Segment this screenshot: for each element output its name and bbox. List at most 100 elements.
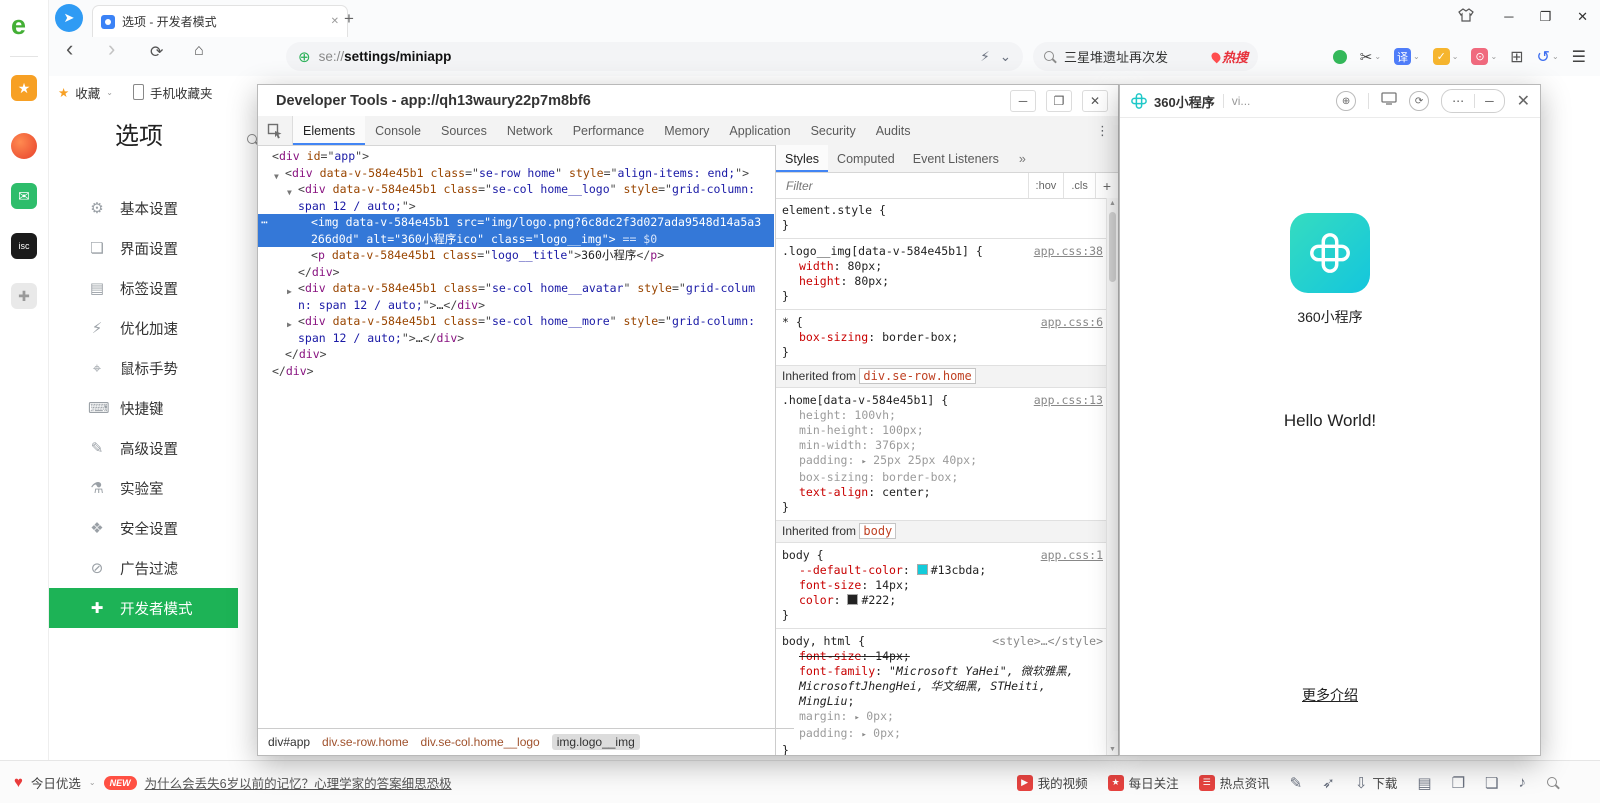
- minimize-button[interactable]: ─: [1504, 9, 1513, 24]
- undo-tool[interactable]: ↺⌄: [1537, 47, 1559, 67]
- sidebar-item-tabs[interactable]: ▤标签设置: [48, 268, 238, 308]
- css-property[interactable]: font-size: 14px;: [782, 649, 1103, 664]
- styles-tab-styles[interactable]: Styles: [776, 145, 828, 172]
- css-property[interactable]: font-family: "Microsoft YaHei", 微软雅黑, Mi…: [782, 664, 1103, 709]
- breadcrumb-item[interactable]: div.se-col.home__logo: [421, 735, 540, 749]
- miniapp-close-icon[interactable]: ✕: [1517, 91, 1530, 111]
- rule-selector[interactable]: element.style: [782, 203, 872, 217]
- scrollbar-thumb[interactable]: [1109, 212, 1116, 282]
- breadcrumb-item[interactable]: div.se-row.home: [322, 735, 408, 749]
- devtools-tab-elements[interactable]: Elements: [293, 116, 365, 145]
- styles-filter-input[interactable]: [784, 178, 928, 194]
- sidebar-item-advanced[interactable]: ✎高级设置: [48, 428, 238, 468]
- miniapp-strip-icon[interactable]: ✚: [11, 283, 37, 309]
- dom-tree-node[interactable]: ▼<div data-v-584e45b1 class="se-row home…: [258, 165, 774, 182]
- inherited-node-link[interactable]: body: [859, 523, 896, 539]
- flash-icon[interactable]: ⚡: [980, 49, 989, 65]
- daily-follow-button[interactable]: ★每日关注: [1108, 773, 1179, 792]
- menu-hamburger-icon[interactable]: ☰: [1572, 47, 1586, 67]
- devtools-minimize-button[interactable]: ─: [1010, 90, 1036, 112]
- breadcrumb-item[interactable]: div#app: [268, 735, 310, 749]
- css-property[interactable]: box-sizing: border-box;: [782, 330, 1103, 345]
- my-videos-button[interactable]: ▶我的视频: [1017, 773, 1088, 792]
- new-tab-button[interactable]: +: [344, 9, 354, 29]
- browser-logo-icon[interactable]: e: [11, 10, 26, 41]
- stylesheet-link[interactable]: app.css:1: [1041, 548, 1103, 563]
- css-property[interactable]: box-sizing: border-box;: [782, 470, 1103, 485]
- dom-tree-node[interactable]: </div>: [258, 264, 774, 281]
- miniapp-titlebar[interactable]: 360小程序 vi... ⊕ ⟳ ⋯ ─ ✕: [1120, 85, 1540, 118]
- inspect-element-icon[interactable]: [258, 116, 293, 145]
- devtools-tab-sources[interactable]: Sources: [431, 116, 497, 145]
- rule-selector[interactable]: body, html: [782, 634, 851, 648]
- add-favorite-icon[interactable]: ⊕: [298, 48, 311, 66]
- devtools-tab-memory[interactable]: Memory: [654, 116, 719, 145]
- dom-tree-node[interactable]: <div id="app">: [258, 148, 774, 165]
- home-icon[interactable]: ⌂: [194, 42, 204, 60]
- rule-selector[interactable]: .home[data-v-584e45b1]: [782, 393, 934, 407]
- news-headline-link[interactable]: 为什么会丢失6岁以前的记忆？心理学家的答案细思恐极: [145, 773, 452, 792]
- dom-tree-node[interactable]: </div>: [258, 363, 774, 380]
- sidebar-item-adfilter[interactable]: ⊘广告过滤: [48, 548, 238, 588]
- new-rule-button[interactable]: +: [1095, 173, 1118, 198]
- speaker-icon[interactable]: ♪: [1519, 774, 1527, 791]
- devtools-tab-security[interactable]: Security: [801, 116, 866, 145]
- css-property[interactable]: width: 80px;: [782, 259, 1103, 274]
- devtools-tab-network[interactable]: Network: [497, 116, 563, 145]
- maximize-button[interactable]: ❐: [1539, 9, 1551, 25]
- pseudo-state-button[interactable]: :hov: [1028, 173, 1064, 198]
- sidebar-item-security[interactable]: ❖安全设置: [48, 508, 238, 548]
- chevron-down-icon[interactable]: ⌄: [106, 88, 113, 97]
- dom-tree-node[interactable]: ▶<div data-v-584e45b1 class="se-col home…: [258, 313, 774, 346]
- breadcrumb-item-selected[interactable]: img.logo__img: [552, 734, 640, 750]
- safety-tool[interactable]: ✓⌄: [1433, 48, 1459, 65]
- locate-target-icon[interactable]: ⊕: [1336, 91, 1356, 111]
- address-bar[interactable]: ⊕ se:// settings/miniapp ⚡ ⌄: [286, 42, 1023, 71]
- mail-icon[interactable]: ✉: [11, 183, 37, 209]
- dom-tree-node[interactable]: ▶<div data-v-584e45b1 class="se-col home…: [258, 280, 774, 313]
- miniapp-minimize-icon[interactable]: ─: [1475, 94, 1504, 108]
- reload-icon[interactable]: ⟳: [150, 42, 163, 62]
- class-toggle-button[interactable]: .cls: [1063, 173, 1095, 198]
- bookmark-favorites[interactable]: 收藏: [75, 83, 100, 102]
- sidebar-item-interface[interactable]: ❏界面设置: [48, 228, 238, 268]
- search-input[interactable]: 三星堆遗址再次发: [1064, 47, 1212, 66]
- css-property[interactable]: height: 80px;: [782, 274, 1103, 289]
- sidebar-item-hotkeys[interactable]: ⌨快捷键: [48, 388, 238, 428]
- css-property[interactable]: margin: ▸ 0px;: [782, 709, 1103, 726]
- clipboard-icon[interactable]: ❏: [1485, 774, 1498, 792]
- styles-tab-event-listeners[interactable]: Event Listeners: [904, 145, 1008, 172]
- miniapp-more-link[interactable]: 更多介绍: [1120, 685, 1540, 705]
- sidebar-item-basic[interactable]: ⚙基本设置: [48, 188, 238, 228]
- tab-close-icon[interactable]: ✕: [331, 16, 339, 27]
- sidebar-tabs-overflow-icon[interactable]: »: [1010, 145, 1035, 172]
- rocket-icon[interactable]: ➶: [1322, 774, 1335, 792]
- sidebar-item-lab[interactable]: ⚗实验室: [48, 468, 238, 508]
- translate-tool[interactable]: 译⌄: [1394, 48, 1420, 65]
- quick-access-paperplane-icon[interactable]: ➤: [55, 4, 83, 32]
- collapsed-arrow-icon[interactable]: ▶: [287, 284, 292, 301]
- css-property[interactable]: --default-color: #13cbda;: [782, 563, 1103, 578]
- dom-tree-node[interactable]: ▼<div data-v-584e45b1 class="se-col home…: [258, 181, 774, 214]
- rule-selector[interactable]: *: [782, 315, 789, 329]
- styles-tab-computed[interactable]: Computed: [828, 145, 904, 172]
- fire-browser-icon[interactable]: [11, 133, 37, 159]
- stylesheet-link[interactable]: app.css:6: [1041, 315, 1103, 330]
- css-property[interactable]: padding: ▸ 25px 25px 40px;: [782, 453, 1103, 470]
- color-swatch[interactable]: [917, 564, 928, 575]
- chevron-down-icon[interactable]: ⌄: [89, 778, 96, 787]
- css-property[interactable]: padding: ▸ 0px;: [782, 726, 1103, 743]
- sidebar-item-mouse[interactable]: ⌖鼠标手势: [48, 348, 238, 388]
- window-panel-icon[interactable]: ❐: [1452, 774, 1465, 792]
- protection-dot-icon[interactable]: [1333, 50, 1347, 64]
- collapsed-arrow-icon[interactable]: ▶: [287, 317, 292, 334]
- edit-icon[interactable]: ✎: [1290, 774, 1303, 792]
- devtools-more-icon[interactable]: ⋮: [1087, 123, 1118, 139]
- stylesheet-link[interactable]: <style>…</style>: [992, 634, 1103, 649]
- scroll-down-icon[interactable]: ▼: [1107, 746, 1118, 753]
- browser-tab[interactable]: 选项 - 开发者模式 ✕: [92, 5, 348, 37]
- games-tool[interactable]: ⊙⌄: [1471, 48, 1497, 65]
- devtools-tab-application[interactable]: Application: [719, 116, 800, 145]
- back-icon[interactable]: ‹: [66, 36, 73, 62]
- favorites-star-icon[interactable]: ★: [11, 75, 37, 101]
